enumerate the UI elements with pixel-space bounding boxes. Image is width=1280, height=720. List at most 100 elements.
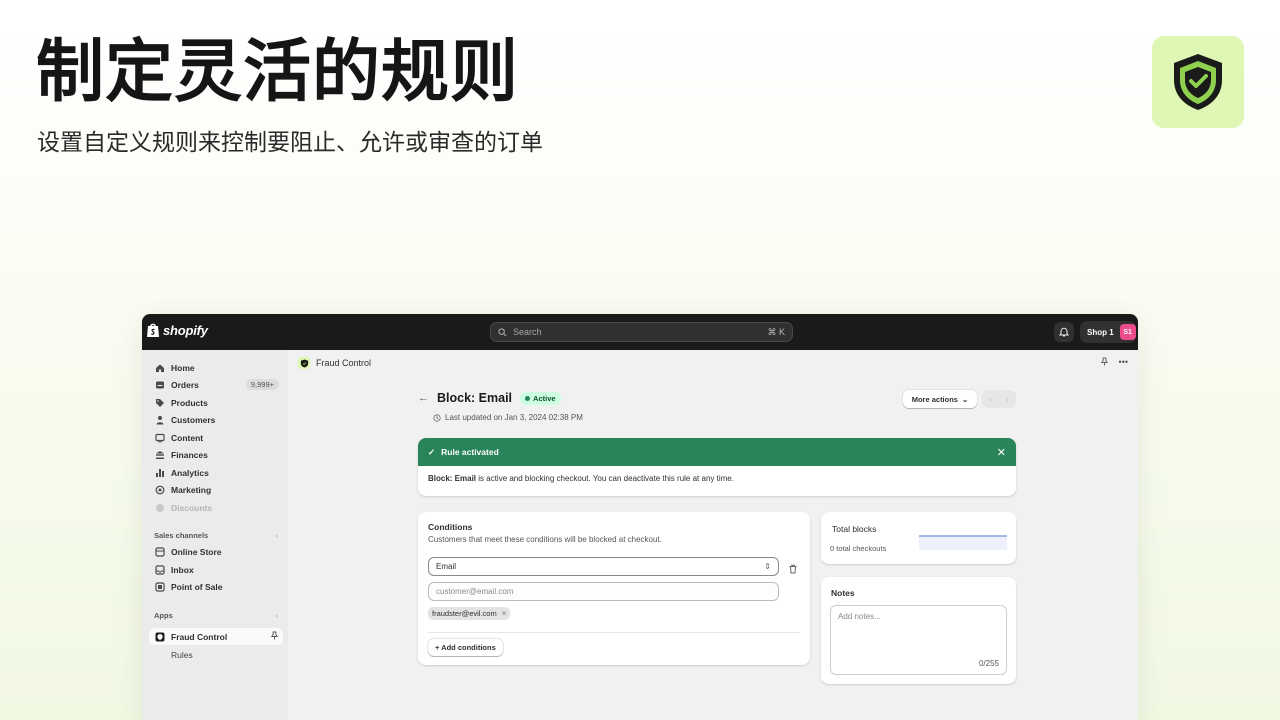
record-pager: ‹ › — [982, 390, 1016, 408]
shop-name: Shop 1 — [1087, 327, 1114, 337]
sidebar-item-label: Finances — [171, 449, 208, 460]
sidebar-item-discounts[interactable]: Discounts — [149, 499, 283, 516]
shopify-bag-icon — [147, 323, 159, 337]
sidebar-item-label: Content — [171, 432, 204, 443]
shop-menu-button[interactable]: Shop 1 S1 — [1080, 321, 1136, 343]
sales-channels-header[interactable]: Sales channels › — [154, 531, 278, 540]
search-input[interactable]: Search ⌘ K — [490, 322, 793, 342]
main-content: Fraud Control ••• ← Block: Email Active … — [288, 350, 1138, 720]
logo-text: shopify — [163, 322, 208, 338]
card-subtitle: Customers that meet these conditions wil… — [428, 535, 662, 544]
shield-icon — [298, 357, 310, 369]
chevron-down-icon: ⌄ — [961, 394, 969, 404]
email-value-input[interactable]: customer@email.com — [428, 582, 779, 601]
orders-count-badge: 9,999+ — [245, 379, 279, 390]
sidebar-item-finances[interactable]: Finances — [149, 446, 283, 463]
sidebar-item-analytics[interactable]: Analytics — [149, 464, 283, 481]
page-heading: ← Block: Email Active — [418, 391, 561, 405]
hero-subtitle: 设置自定义规则来控制要阻止、允许或审查的订单 — [37, 130, 543, 156]
divider — [428, 632, 800, 633]
search-shortcut: ⌘ K — [767, 326, 785, 337]
shield-icon — [155, 632, 165, 642]
chevron-right-icon: › — [275, 531, 279, 540]
status-label: Active — [533, 393, 556, 403]
shopify-logo[interactable]: shopify — [146, 322, 208, 338]
clock-icon — [433, 413, 441, 422]
notes-textarea[interactable]: Add notes... 0/255 — [830, 605, 1007, 675]
previous-record-button[interactable]: ‹ — [982, 390, 999, 408]
discount-icon — [155, 503, 165, 513]
brand-logo-tile — [1152, 36, 1244, 128]
person-icon — [155, 415, 165, 425]
sidebar-item-content[interactable]: Content — [149, 429, 283, 446]
sidebar-item-fraud-control[interactable]: Fraud Control — [149, 628, 283, 645]
sidebar-item-label: Marketing — [171, 484, 212, 495]
check-icon: ✓ — [428, 446, 436, 457]
sidebar-item-label: Fraud Control — [171, 631, 228, 642]
last-updated-text: Last updated on Jan 3, 2024 02:38 PM — [445, 413, 583, 422]
home-icon — [155, 363, 165, 373]
section-label: Apps — [154, 611, 173, 620]
card-title: Total blocks — [832, 524, 877, 534]
select-value: Email — [436, 562, 457, 571]
notes-card: Notes Add notes... 0/255 — [821, 577, 1016, 684]
sidebar-item-label: Orders — [171, 379, 199, 390]
sidebar-item-label: Discounts — [171, 502, 213, 513]
sidebar-item-online-store[interactable]: Online Store — [149, 543, 283, 560]
inbox-icon — [155, 564, 165, 575]
rule-activated-banner: ✓ Rule activated ✕ Block: Email is activ… — [418, 438, 1016, 496]
email-tag: fraudster@evil.com × — [428, 607, 511, 620]
back-arrow-icon[interactable]: ← — [418, 392, 429, 404]
sidebar-item-inbox[interactable]: Inbox — [149, 561, 283, 578]
trash-icon[interactable] — [788, 561, 798, 579]
status-dot-icon — [525, 395, 531, 401]
sidebar-item-label: Inbox — [171, 564, 194, 575]
sidebar-item-marketing[interactable]: Marketing — [149, 481, 283, 498]
tag-label: fraudster@evil.com — [432, 609, 497, 618]
apps-header[interactable]: Apps › — [154, 611, 278, 620]
card-title: Notes — [831, 588, 855, 598]
banner-rule-name: Block: Email — [428, 474, 477, 483]
remove-tag-icon[interactable]: × — [502, 609, 507, 618]
sidebar-item-customers[interactable]: Customers — [149, 411, 283, 428]
top-bar: shopify Search ⌘ K Shop 1 S1 — [142, 314, 1138, 350]
page-title: Block: Email — [437, 391, 513, 405]
hero-title: 制定灵活的规则 — [36, 33, 520, 112]
search-icon — [498, 327, 507, 336]
banner-body: Block: Email is active and blocking chec… — [418, 466, 1016, 491]
total-blocks-card: Total blocks 0 total checkouts — [821, 512, 1016, 564]
bar-chart-icon — [155, 468, 165, 478]
bank-icon — [155, 450, 165, 460]
sidebar-item-label: Point of Sale — [171, 581, 223, 592]
add-conditions-button[interactable]: + Add conditions — [428, 639, 503, 656]
sidebar-item-label: Customers — [171, 414, 216, 425]
conditions-card: Conditions Customers that meet these con… — [418, 512, 810, 665]
status-badge: Active — [520, 391, 561, 405]
more-actions-button[interactable]: More actions ⌄ — [903, 390, 977, 408]
close-icon[interactable]: ✕ — [997, 446, 1006, 459]
sparkline-chart — [919, 535, 1007, 550]
next-record-button[interactable]: › — [999, 390, 1016, 408]
banner-message: is active and blocking checkout. You can… — [476, 474, 734, 483]
notifications-button[interactable] — [1054, 322, 1074, 342]
pin-icon[interactable] — [1100, 357, 1109, 368]
card-title: Conditions — [428, 522, 473, 532]
sidebar-item-products[interactable]: Products — [149, 394, 283, 411]
conditions-header: Conditions Customers that meet these con… — [428, 522, 662, 544]
sidebar-item-label: Online Store — [171, 546, 222, 557]
section-label: Sales channels — [154, 531, 209, 540]
store-icon — [155, 546, 165, 557]
more-horizontal-icon[interactable]: ••• — [1119, 357, 1128, 368]
sidebar-item-point-of-sale[interactable]: Point of Sale — [149, 578, 283, 595]
sidebar-item-orders[interactable]: Orders 9,999+ — [149, 376, 283, 393]
target-icon — [155, 485, 165, 495]
sidebar-item-label: Analytics — [171, 467, 209, 478]
pos-icon — [155, 581, 165, 592]
sidebar-subitem-rules[interactable]: Rules — [171, 650, 193, 660]
last-updated: Last updated on Jan 3, 2024 02:38 PM — [433, 413, 583, 422]
condition-field-select[interactable]: Email ⇕ — [428, 557, 779, 576]
sidebar-item-home[interactable]: Home — [149, 359, 283, 376]
pin-icon[interactable] — [270, 631, 279, 642]
breadcrumb[interactable]: Fraud Control — [298, 357, 371, 369]
page-header-actions: ••• — [1100, 357, 1128, 368]
